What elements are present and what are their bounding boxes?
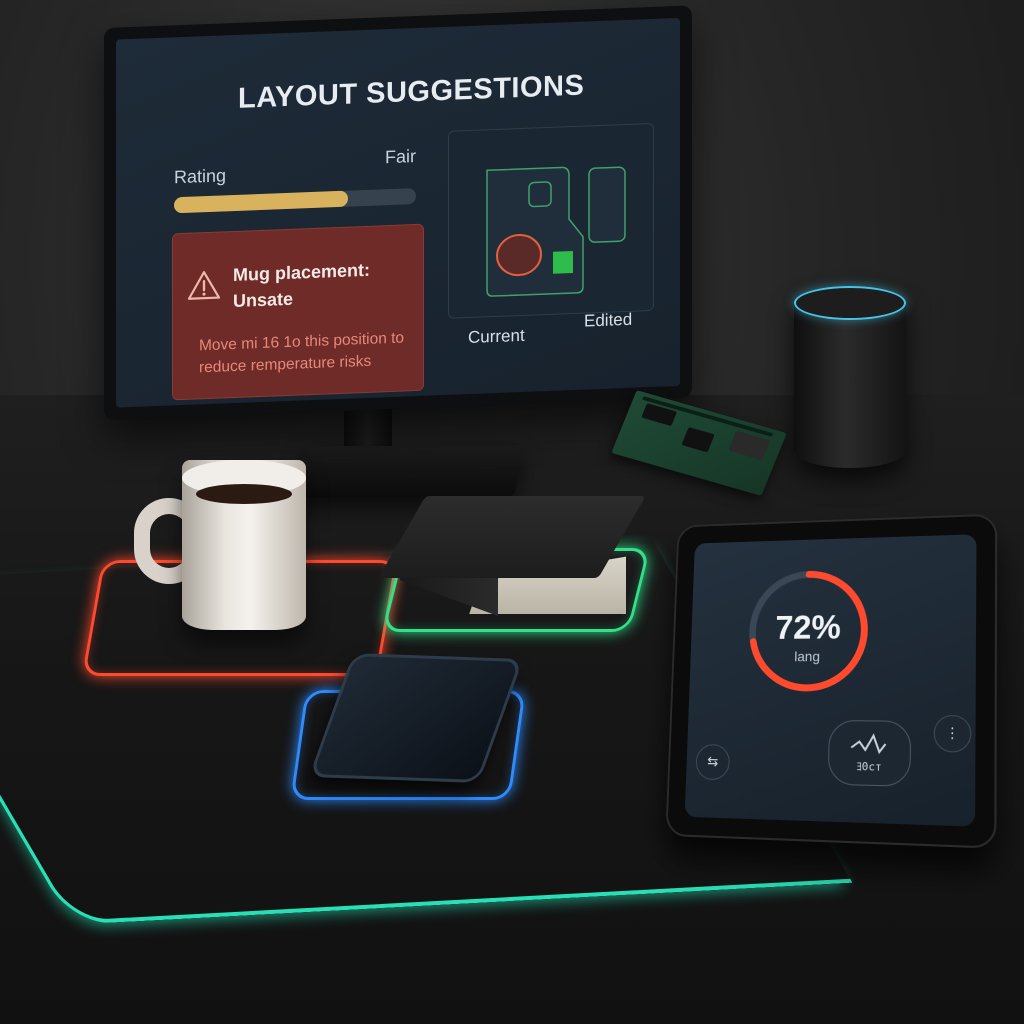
- smart-speaker: [794, 286, 906, 468]
- page-title: LAYOUT SUGGESTIONS: [238, 69, 585, 115]
- chip: [728, 430, 771, 461]
- edited-zone-outline: [588, 166, 626, 243]
- tablet-center-button[interactable]: ﾖ0cт: [827, 719, 912, 787]
- tablet-screen: 72% lang ⇆ ﾖ0cт ⋮: [684, 534, 977, 827]
- alert-body: Move mi 16 1o this position to reduce re…: [199, 329, 405, 377]
- safe-position-marker: [553, 250, 573, 274]
- swap-icon[interactable]: ⇆: [695, 744, 731, 781]
- mug-marker: [496, 234, 542, 277]
- current-zone-outline: [486, 166, 584, 297]
- rating-value: Fair: [385, 146, 416, 168]
- tablet-center-label: ﾖ0cт: [856, 759, 882, 774]
- coffee: [196, 484, 292, 504]
- rating-progress-bar: [174, 188, 416, 214]
- monitor: LAYOUT SUGGESTIONS Rating Fair Mug place…: [104, 5, 692, 421]
- monitor-stand-base: [293, 446, 527, 498]
- alert-title: Mug placement: Unsate: [233, 259, 371, 312]
- gauge-value: 72%: [774, 608, 842, 647]
- monitor-screen: LAYOUT SUGGESTIONS Rating Fair Mug place…: [116, 17, 680, 408]
- speaker-light-ring: [794, 286, 906, 320]
- tablet: 72% lang ⇆ ﾖ0cт ⋮: [665, 513, 998, 849]
- alert-card[interactable]: Mug placement: Unsate Move mi 16 1o this…: [172, 223, 424, 401]
- chip: [681, 427, 715, 453]
- current-layout-label: Current: [468, 325, 525, 348]
- edited-layout-label: Edited: [584, 309, 633, 331]
- rating-progress-fill: [174, 190, 349, 214]
- gauge-label: lang: [794, 648, 821, 665]
- layout-preview-diagram: [486, 166, 626, 297]
- more-icon[interactable]: ⋮: [933, 714, 972, 753]
- layout-preview-panel[interactable]: [448, 122, 654, 319]
- warning-icon: [187, 271, 221, 300]
- rating-label: Rating: [174, 165, 227, 188]
